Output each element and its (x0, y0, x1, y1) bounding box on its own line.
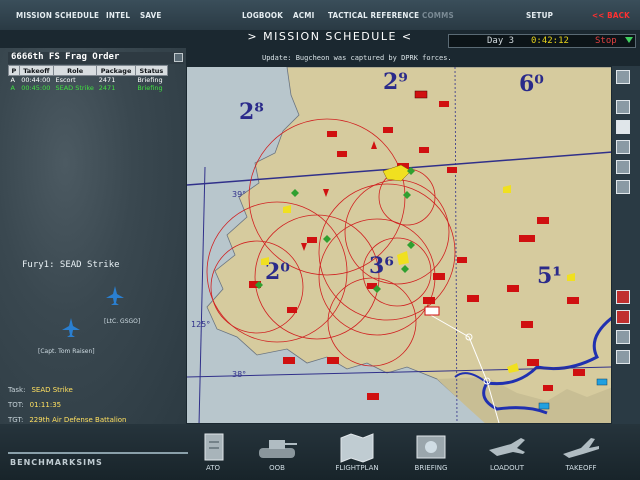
top-menu-bar: MISSION SCHEDULE INTEL SAVE LOGBOOK ACMI… (0, 0, 640, 30)
tot-label: TOT: (8, 401, 24, 409)
grid-label: 2⁹ (383, 69, 408, 95)
grid-label: 5¹ (537, 263, 562, 289)
task-label: Task: (8, 386, 26, 394)
nav-takeoff-label: TAKEOFF (565, 464, 597, 472)
benchmarksims-logo: BENCHMARKSIMS (10, 458, 103, 467)
zoom-in-icon[interactable] (616, 160, 630, 174)
unit-filter-icon[interactable] (616, 310, 630, 324)
threat-filter-icon[interactable] (616, 290, 630, 304)
cell: 00:45:00 (21, 84, 51, 92)
nav-ato-label: ATO (205, 464, 221, 472)
nav-flightplan-button[interactable]: FLIGHTPLAN (322, 428, 392, 478)
tgt-line: TGT: 229th Air Defense Battalion (8, 416, 127, 424)
zoom-out-icon[interactable] (616, 140, 630, 154)
tank-icon (259, 440, 297, 458)
cell: Escort (55, 76, 76, 84)
menu-back[interactable]: << BACK (592, 11, 630, 20)
menu-intel[interactable]: INTEL (106, 11, 130, 20)
tgt-value: 229th Air Defense Battalion (29, 416, 127, 424)
tgt-label: TGT: (8, 416, 24, 424)
grid-label: 6⁰ (519, 71, 544, 97)
col-role[interactable]: Role (52, 65, 98, 76)
nav-takeoff-button[interactable]: TAKEOFF (546, 428, 616, 478)
logo-underline (8, 452, 188, 454)
mission-clock: Day 3 0:42:12 Stop (448, 34, 636, 48)
grid-label: 2⁸ (239, 99, 264, 125)
menu-tactical-reference[interactable]: TACTICAL REFERENCE (328, 11, 419, 20)
cell: 00:44:00 (21, 76, 51, 84)
brightness-icon[interactable] (616, 350, 630, 364)
time-compression-dropdown-icon[interactable] (625, 37, 633, 43)
cell: Briefing (137, 76, 163, 84)
cell: A (10, 76, 15, 84)
jet-icon (489, 438, 525, 456)
menu-save[interactable]: SAVE (140, 11, 162, 20)
clock-day: Day 3 (487, 36, 515, 46)
flight-info-panel (0, 48, 186, 432)
clock-stop-button[interactable]: Stop (595, 36, 617, 46)
cell: A (10, 84, 15, 92)
map-expand-icon[interactable] (616, 70, 630, 84)
tot-line: TOT: 01:11:35 (8, 401, 61, 409)
grid-label: 3⁶ (369, 253, 394, 279)
menu-acmi[interactable]: ACMI (293, 11, 315, 20)
update-ticker: Update: Bugcheon was captured by DPRK fo… (262, 54, 452, 62)
col-takeoff[interactable]: Takeoff (18, 65, 54, 76)
nav-loadout-button[interactable]: LOADOUT (472, 428, 542, 478)
clock-time: 0:42:12 (531, 36, 569, 46)
help-icon[interactable] (616, 100, 630, 114)
ato-icon (204, 433, 224, 461)
nav-briefing-label: BRIEFING (414, 464, 448, 472)
pilot-2-name: [Capt. Tom Raisen] (38, 348, 95, 355)
jet-icon (106, 286, 124, 305)
task-value: SEAD Strike (31, 386, 73, 394)
tot-value: 01:11:35 (29, 401, 62, 409)
menu-mission-schedule[interactable]: MISSION SCHEDULE (16, 11, 99, 20)
campaign-map[interactable]: 2⁸ 2⁹ 6⁰ 2⁰ 3⁶ 5¹ 39° 38° 125° (186, 66, 612, 424)
cell: Briefing (137, 84, 163, 92)
takeoff-icon (563, 438, 599, 458)
cell: SEAD Strike (55, 84, 94, 92)
lat-label: 125° (191, 320, 210, 329)
nav-oob-label: OOB (269, 464, 285, 472)
col-p[interactable]: P (8, 65, 20, 76)
lat-label: 38° (232, 370, 246, 379)
center-map-icon[interactable] (616, 180, 630, 194)
table-row[interactable]: A 00:44:00 Escort 2471 Briefing (9, 76, 168, 84)
nav-briefing-button[interactable]: BRIEFING (396, 428, 466, 478)
pilot-1-name: [LtC. GSGO] (104, 318, 141, 325)
table-row[interactable]: A 00:45:00 SEAD Strike 2471 Briefing (9, 84, 168, 92)
flight-name: Fury1: SEAD Strike (22, 260, 120, 270)
cell: 2471 (98, 84, 116, 92)
frag-order-title: 6666th FS Frag Order (8, 52, 184, 64)
menu-logbook[interactable]: LOGBOOK (242, 11, 283, 20)
nav-oob-button[interactable]: OOB (242, 428, 312, 478)
frag-order-table: P Takeoff Role Package Status A 00:44:00… (8, 65, 169, 92)
map-toolbar (612, 66, 640, 424)
nav-flightplan-label: FLIGHTPLAN (335, 464, 379, 472)
frag-close-icon[interactable] (174, 53, 183, 62)
col-status[interactable]: Status (134, 65, 169, 76)
map-icon (340, 433, 374, 463)
nav-ato-button[interactable]: ATO (178, 428, 248, 478)
nav-loadout-label: LOADOUT (489, 464, 525, 472)
menu-comms: COMMS (422, 11, 454, 20)
layer-icon[interactable] (616, 330, 630, 344)
map-canvas[interactable]: 2⁸ 2⁹ 6⁰ 2⁰ 3⁶ 5¹ 39° 38° 125° (187, 67, 612, 424)
menu-setup[interactable]: SETUP (526, 11, 553, 20)
jet-icon (62, 318, 80, 337)
lat-label: 39° (232, 190, 246, 199)
briefing-icon (416, 435, 446, 459)
task-line: Task: SEAD Strike (8, 386, 73, 394)
col-package[interactable]: Package (96, 65, 136, 76)
package-icon[interactable] (616, 120, 630, 134)
cell: 2471 (98, 76, 116, 84)
page-title: > MISSION SCHEDULE < (247, 30, 413, 43)
